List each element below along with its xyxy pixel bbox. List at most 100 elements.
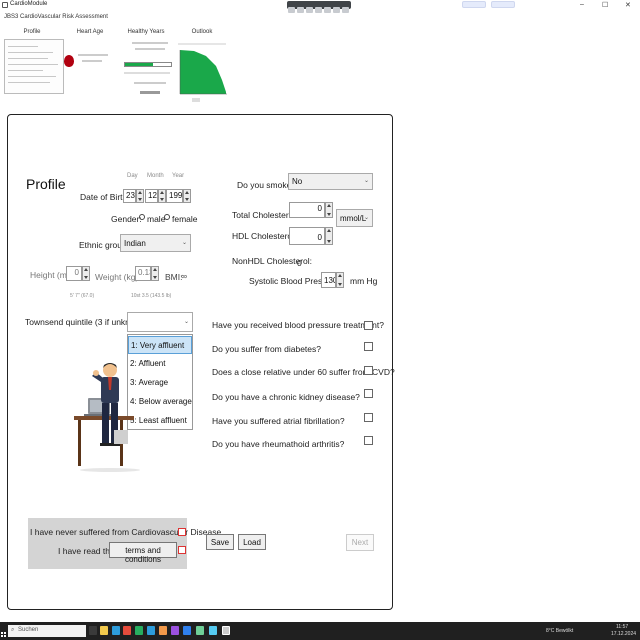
smoke-value: No [292, 177, 303, 186]
next-button[interactable]: Next [346, 534, 374, 551]
close-icon[interactable]: ✕ [625, 1, 631, 9]
edge-icon[interactable] [112, 626, 120, 635]
ethnic-group-value: Indian [124, 239, 146, 248]
app-icon-purple[interactable] [171, 626, 179, 635]
title-bar: CardioModule – ☐ ✕ [0, 0, 640, 13]
question-bp-treatment-label: Have you received blood pressure treatme… [212, 320, 384, 330]
healthy-years-bar [124, 62, 172, 67]
dob-year-header: Year [172, 173, 185, 179]
app-icon-green[interactable] [135, 626, 143, 635]
weight-spinner[interactable] [151, 266, 159, 281]
visual-studio-icon[interactable] [183, 626, 191, 635]
gender-male-label[interactable]: male [147, 214, 165, 224]
cholesterol-units-select[interactable]: mmol/L ⌄ [336, 209, 373, 227]
dob-day-input[interactable]: 23 [123, 189, 136, 203]
tab-healthy-years[interactable]: Healthy Years [126, 29, 166, 35]
task-view-icon[interactable] [89, 626, 97, 635]
cholesterol-units-value: mmol/L [340, 214, 367, 223]
weather-status[interactable]: 8°C Bewölkt [546, 628, 573, 634]
clock-time[interactable]: 11:57 [616, 624, 628, 630]
weight-label: Weight (kg): [95, 272, 141, 282]
read-terms-checkbox[interactable] [178, 546, 186, 554]
total-cholesterol-input[interactable]: 0 [289, 202, 325, 218]
save-button[interactable]: Save [206, 534, 234, 550]
townsend-option-1[interactable]: 1: Very affluent [128, 336, 192, 354]
hdl-cholesterol-label: HDL Cholesterol: [232, 231, 297, 241]
question-kidney-checkbox[interactable] [364, 389, 373, 398]
chrome-icon[interactable] [159, 626, 167, 635]
gender-female-radio[interactable] [164, 214, 170, 220]
hdl-cholesterol-spinner[interactable] [325, 227, 333, 245]
never-cvd-checkbox[interactable] [178, 528, 186, 536]
chevron-down-icon: ⌄ [363, 215, 369, 221]
chevron-down-icon: ⌄ [183, 319, 189, 325]
bmi-label: BMI: [165, 272, 183, 282]
toolbar-pill-2[interactable] [491, 1, 515, 8]
app-icon-red[interactable] [123, 626, 131, 635]
smoke-select[interactable]: No ⌄ [288, 173, 373, 190]
dob-year-spinner[interactable] [183, 189, 191, 203]
businessman-illustration [74, 363, 140, 472]
hdl-cholesterol-input[interactable]: 0 [289, 227, 325, 245]
question-arthritis-checkbox[interactable] [364, 436, 373, 445]
ethnic-group-select[interactable]: Indian ⌄ [120, 234, 191, 252]
profile-thumbnail[interactable] [4, 39, 64, 94]
heart-age-line [78, 54, 108, 56]
app-icon-cyan[interactable] [209, 626, 217, 635]
maximize-icon[interactable]: ☐ [602, 1, 608, 9]
height-input[interactable]: 0 [66, 266, 82, 281]
question-afib-label: Have you suffered atrial fibrillation? [212, 416, 345, 426]
sbp-unit: mm Hg [350, 276, 378, 286]
question-kidney-label: Do you have a chronic kidney disease? [212, 392, 360, 402]
screen-capture-toolbar[interactable] [287, 1, 351, 13]
height-spinner[interactable] [82, 266, 90, 281]
sbp-spinner[interactable] [336, 272, 344, 288]
question-family-cvd-checkbox[interactable] [364, 366, 373, 375]
question-afib-checkbox[interactable] [364, 413, 373, 422]
tab-profile[interactable]: Profile [14, 29, 50, 35]
tab-heart-age[interactable]: Heart Age [70, 29, 110, 35]
dob-label: Date of Birth [80, 192, 128, 202]
weight-input[interactable]: 0.13 [135, 266, 151, 281]
app-icon-teal[interactable] [196, 626, 204, 635]
question-bp-treatment-checkbox[interactable] [364, 321, 373, 330]
height-imperial-hint: 5' 7" (67.0) [70, 293, 95, 299]
dob-year-input[interactable]: 1990 [166, 189, 183, 203]
clock-date[interactable]: 17.12.2024 [611, 631, 636, 637]
never-cvd-label: I have never suffered from Cardiovascula… [30, 527, 222, 537]
dob-day-spinner[interactable] [136, 189, 144, 203]
toolbar-pill-1[interactable] [462, 1, 486, 8]
dob-month-input[interactable]: 12 [145, 189, 158, 203]
healthy-years-text [132, 42, 168, 44]
taskbar-search-input[interactable]: Suchen [8, 625, 86, 637]
cardio-module-taskbar-icon[interactable] [222, 626, 230, 635]
load-button[interactable]: Load [238, 534, 266, 550]
question-arthritis-label: Do you have rheumathoid arthritis? [212, 439, 345, 449]
page-title: Profile [26, 176, 66, 192]
read-terms-label: I have read the [58, 546, 115, 556]
total-cholesterol-label: Total Cholesterol: [232, 210, 298, 220]
minimize-icon[interactable]: – [580, 1, 584, 8]
total-cholesterol-spinner[interactable] [325, 202, 333, 218]
dob-month-header: Month [147, 173, 164, 179]
sbp-input[interactable]: 130 [321, 272, 336, 288]
app-subtitle: JBS3 CardioVascular Risk Assessment [4, 14, 108, 20]
healthy-years-bar-scale [124, 72, 170, 74]
healthy-years-value [140, 91, 160, 94]
gender-label: Gender: [111, 214, 142, 224]
outlook-chart-thumbnail[interactable] [174, 38, 230, 104]
healthy-years-text [135, 48, 165, 50]
windows-start-icon[interactable] [1, 626, 6, 637]
app-icon-blue[interactable] [147, 626, 155, 635]
tab-outlook[interactable]: Outlook [182, 29, 222, 35]
gender-female-label[interactable]: female [172, 214, 198, 224]
townsend-select[interactable]: ⌄ [127, 312, 193, 332]
gender-male-radio[interactable] [139, 214, 145, 220]
terms-button[interactable]: terms and conditions [109, 542, 177, 564]
question-diabetes-checkbox[interactable] [364, 342, 373, 351]
weight-imperial-hint: 10st 3.5 (143.5 lb) [131, 293, 172, 299]
bmi-value: ∞ [181, 271, 188, 281]
file-explorer-icon[interactable] [100, 626, 108, 635]
heart-icon [64, 55, 74, 67]
dob-month-spinner[interactable] [158, 189, 166, 203]
